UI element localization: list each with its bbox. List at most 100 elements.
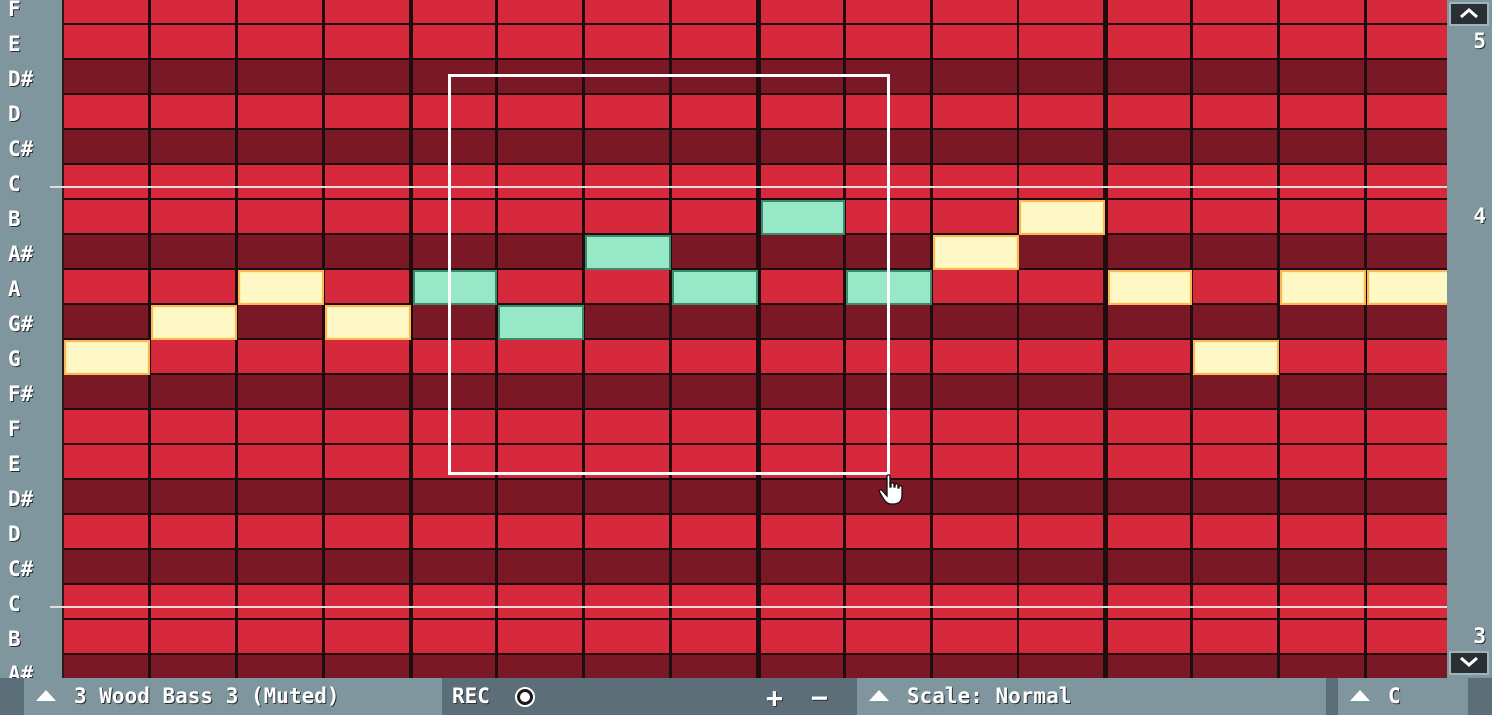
grid-cell[interactable] xyxy=(585,515,670,548)
grid-cell[interactable] xyxy=(150,620,235,653)
grid-cell[interactable] xyxy=(413,130,496,163)
grid-cell[interactable] xyxy=(845,25,930,58)
grid-cell[interactable] xyxy=(1279,550,1364,583)
grid-cell[interactable] xyxy=(845,550,930,583)
grid-cell[interactable] xyxy=(1279,445,1364,478)
grid-cell[interactable] xyxy=(1279,340,1364,373)
grid-cell[interactable] xyxy=(237,515,322,548)
grid-cell[interactable] xyxy=(150,445,235,478)
grid-cell[interactable] xyxy=(671,620,756,653)
grid-cell[interactable] xyxy=(324,620,409,653)
grid-cell[interactable] xyxy=(413,235,496,268)
grid-cell[interactable] xyxy=(498,95,583,128)
grid-cell[interactable] xyxy=(237,0,322,23)
grid-cell[interactable] xyxy=(64,305,148,338)
grid-cell[interactable] xyxy=(1019,340,1104,373)
grid-cell[interactable] xyxy=(237,445,322,478)
grid-cell[interactable] xyxy=(760,655,843,678)
grid-cell[interactable] xyxy=(324,515,409,548)
grid-cell[interactable] xyxy=(64,585,148,618)
note-block[interactable] xyxy=(413,270,498,305)
grid-cell[interactable] xyxy=(1019,620,1104,653)
grid-cell[interactable] xyxy=(498,620,583,653)
grid-cell[interactable] xyxy=(413,655,496,678)
grid-cell[interactable] xyxy=(237,375,322,408)
grid-cell[interactable] xyxy=(237,480,322,513)
grid-cell[interactable] xyxy=(1366,305,1447,338)
grid-cell[interactable] xyxy=(1108,340,1191,373)
grid-cell[interactable] xyxy=(150,550,235,583)
grid-cell[interactable] xyxy=(1279,95,1364,128)
grid-cell[interactable] xyxy=(64,445,148,478)
grid-cell[interactable] xyxy=(585,550,670,583)
grid-cell[interactable] xyxy=(324,445,409,478)
grid-cell[interactable] xyxy=(64,95,148,128)
grid-cell[interactable] xyxy=(150,0,235,23)
grid-cell[interactable] xyxy=(1108,620,1191,653)
grid-cell[interactable] xyxy=(1366,340,1447,373)
grid-cell[interactable] xyxy=(324,200,409,233)
note-block[interactable] xyxy=(845,270,932,305)
grid-cell[interactable] xyxy=(1193,445,1278,478)
grid-cell[interactable] xyxy=(324,25,409,58)
grid-cell[interactable] xyxy=(671,200,756,233)
grid-cell[interactable] xyxy=(498,0,583,23)
grid-cell[interactable] xyxy=(150,130,235,163)
grid-cell[interactable] xyxy=(845,515,930,548)
grid-cell[interactable] xyxy=(1366,655,1447,678)
grid-cell[interactable] xyxy=(498,445,583,478)
grid-cell[interactable] xyxy=(1019,25,1104,58)
grid-cell[interactable] xyxy=(1279,585,1364,618)
grid-cell[interactable] xyxy=(237,60,322,93)
note-block[interactable] xyxy=(498,305,585,340)
grid-cell[interactable] xyxy=(671,445,756,478)
grid-cell[interactable] xyxy=(671,515,756,548)
grid-cell[interactable] xyxy=(585,480,670,513)
grid-cell[interactable] xyxy=(1366,235,1447,268)
grid-cell[interactable] xyxy=(1279,0,1364,23)
grid-cell[interactable] xyxy=(671,305,756,338)
grid-cell[interactable] xyxy=(64,270,148,303)
grid-cell[interactable] xyxy=(324,655,409,678)
grid-cell[interactable] xyxy=(1019,585,1104,618)
note-block[interactable] xyxy=(1019,200,1106,235)
grid-cell[interactable] xyxy=(671,480,756,513)
grid-cell[interactable] xyxy=(1193,200,1278,233)
grid-cell[interactable] xyxy=(1108,25,1191,58)
grid-cell[interactable] xyxy=(1366,550,1447,583)
record-button[interactable] xyxy=(514,686,536,708)
grid-cell[interactable] xyxy=(150,270,235,303)
grid-cell[interactable] xyxy=(1366,410,1447,443)
grid-cell[interactable] xyxy=(1279,165,1364,198)
grid-cell[interactable] xyxy=(1366,95,1447,128)
instrument-selector[interactable]: 3 Wood Bass 3 (Muted) xyxy=(24,678,442,715)
grid-cell[interactable] xyxy=(64,620,148,653)
grid-cell[interactable] xyxy=(64,60,148,93)
grid-cell[interactable] xyxy=(585,130,670,163)
grid-cell[interactable] xyxy=(845,375,930,408)
grid-cell[interactable] xyxy=(413,515,496,548)
grid-cell[interactable] xyxy=(498,375,583,408)
note-block[interactable] xyxy=(1108,270,1193,305)
grid-cell[interactable] xyxy=(413,165,496,198)
grid-cell[interactable] xyxy=(1108,130,1191,163)
scroll-down-button[interactable] xyxy=(1449,651,1489,675)
grid-cell[interactable] xyxy=(150,655,235,678)
grid-cell[interactable] xyxy=(1279,480,1364,513)
grid-cell[interactable] xyxy=(585,200,670,233)
grid-cell[interactable] xyxy=(760,480,843,513)
grid-cell[interactable] xyxy=(1366,130,1447,163)
grid-cell[interactable] xyxy=(585,375,670,408)
grid-cell[interactable] xyxy=(237,655,322,678)
grid-cell[interactable] xyxy=(932,95,1017,128)
grid-cell[interactable] xyxy=(1108,200,1191,233)
note-block[interactable] xyxy=(64,340,150,375)
grid-cell[interactable] xyxy=(585,0,670,23)
note-grid[interactable] xyxy=(64,0,1447,678)
grid-cell[interactable] xyxy=(1108,480,1191,513)
grid-cell[interactable] xyxy=(1193,95,1278,128)
grid-cell[interactable] xyxy=(150,95,235,128)
grid-cell[interactable] xyxy=(413,0,496,23)
grid-cell[interactable] xyxy=(413,585,496,618)
grid-cell[interactable] xyxy=(585,165,670,198)
